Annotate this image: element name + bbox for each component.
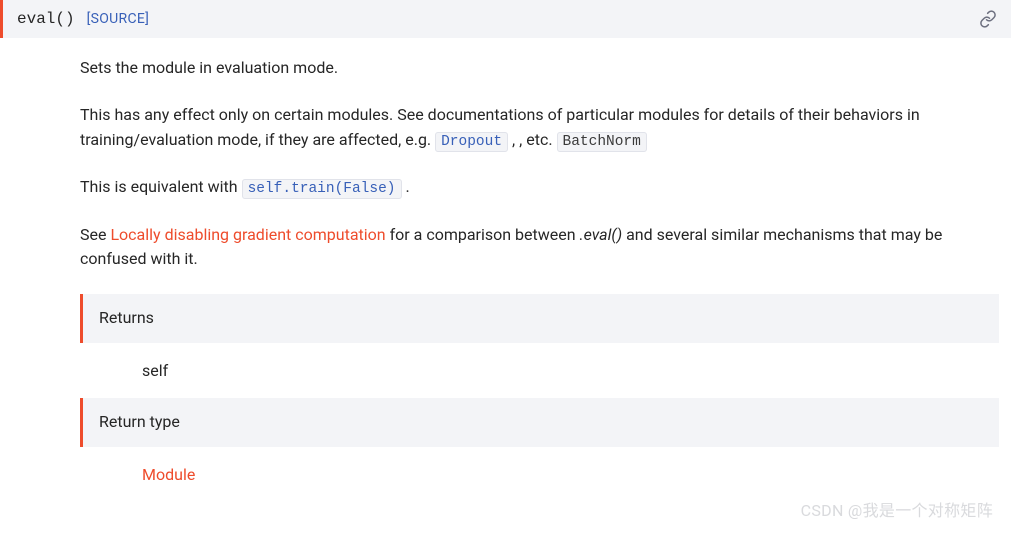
returns-value: self (80, 345, 999, 398)
method-description: Sets the module in evaluation mode. This… (0, 38, 1011, 509)
permalink-icon[interactable] (979, 10, 997, 28)
link-module-type[interactable]: Module (142, 465, 195, 484)
method-name: eval() (17, 10, 75, 28)
code-ref-train-false[interactable]: self.train(False) (242, 179, 402, 199)
return-type-value: Module (80, 449, 999, 502)
description-paragraph: This is equivalent with self.train(False… (80, 175, 999, 200)
returns-label: Returns (80, 294, 999, 343)
description-paragraph: This has any effect only on certain modu… (80, 103, 999, 153)
method-header: eval() [SOURCE] (0, 0, 1011, 38)
return-type-label: Return type (80, 398, 999, 447)
description-paragraph: Sets the module in evaluation mode. (80, 56, 999, 81)
method-signature: eval() [SOURCE] (17, 10, 149, 28)
code-ref-batchnorm: BatchNorm (557, 132, 647, 152)
source-link[interactable]: [SOURCE] (87, 11, 150, 27)
description-paragraph: See Locally disabling gradient computati… (80, 223, 999, 273)
code-ref-dropout[interactable]: Dropout (435, 132, 508, 152)
link-locally-disabling-grad[interactable]: Locally disabling gradient computation (110, 225, 385, 244)
